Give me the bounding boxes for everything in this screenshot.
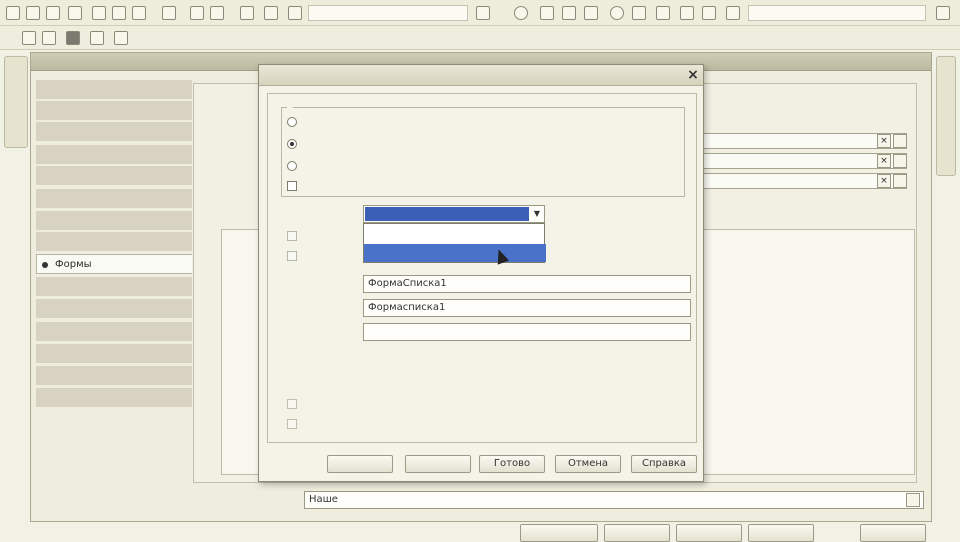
list-icon[interactable] <box>42 31 56 45</box>
synonym-field[interactable]: Формасписка1 <box>363 299 691 317</box>
tool-c-icon[interactable] <box>584 6 598 20</box>
nav-item[interactable] <box>36 101 192 121</box>
tool-d-icon[interactable] <box>610 6 624 20</box>
field-3-search-icon[interactable] <box>893 174 907 188</box>
dialog-close-button[interactable]: × <box>685 67 701 83</box>
bottom-field-select-button[interactable] <box>906 493 920 507</box>
close-button-main[interactable] <box>748 524 814 542</box>
folder-icon[interactable] <box>264 6 278 20</box>
field-1-search-icon[interactable] <box>893 134 907 148</box>
type-select[interactable]: ▼ <box>363 205 545 223</box>
nav-item[interactable] <box>36 145 192 165</box>
tool-h-icon[interactable] <box>702 6 716 20</box>
nav-item[interactable] <box>36 322 192 342</box>
delete-icon[interactable] <box>162 6 176 20</box>
form-wizard-dialog: × ▼ ФормаСписка1 Формасписка1 Готово Отм… <box>258 64 704 482</box>
form-type-group <box>281 107 685 197</box>
bottom-check-2[interactable] <box>287 419 297 429</box>
field-2-clear-button[interactable]: × <box>877 154 891 168</box>
save-icon[interactable] <box>46 6 60 20</box>
back-button[interactable] <box>327 455 393 473</box>
active-bullet-icon <box>42 262 48 268</box>
window-close-icon[interactable] <box>936 6 950 20</box>
next-button[interactable] <box>405 455 471 473</box>
finish-button[interactable]: Готово <box>479 455 545 473</box>
nav-item[interactable] <box>36 277 192 297</box>
undo-icon[interactable] <box>190 6 204 20</box>
arrow-icon[interactable] <box>240 6 254 20</box>
field-1-clear-button[interactable]: × <box>877 134 891 148</box>
nav-item[interactable] <box>36 189 192 209</box>
search-combo[interactable] <box>308 5 468 21</box>
nav-item[interactable] <box>36 211 192 231</box>
paste-icon[interactable] <box>132 6 146 20</box>
new-document-icon[interactable] <box>6 6 20 20</box>
form-type-group-legend <box>287 100 293 112</box>
field-2-search-icon[interactable] <box>893 154 907 168</box>
option-check-a[interactable] <box>287 231 297 241</box>
form-type-radio-3[interactable] <box>287 161 297 171</box>
type-dropdown-list <box>363 223 546 263</box>
function-icon[interactable] <box>66 31 80 45</box>
help-button-main[interactable] <box>860 524 926 542</box>
tool-e-icon[interactable] <box>632 6 646 20</box>
copy-icon[interactable] <box>112 6 126 20</box>
nav-item[interactable] <box>36 299 192 319</box>
nav-item[interactable] <box>36 366 192 386</box>
tool-g-icon[interactable] <box>680 6 694 20</box>
tool-a-icon[interactable] <box>540 6 554 20</box>
tool-b-icon[interactable] <box>562 6 576 20</box>
back-button-main[interactable] <box>604 524 670 542</box>
tool-i-icon[interactable] <box>726 6 740 20</box>
right-dock-tab[interactable] <box>936 56 956 176</box>
name-field[interactable]: ФормаСписка1 <box>363 275 691 293</box>
main-toolbar <box>0 0 960 26</box>
bottom-check-1[interactable] <box>287 399 297 409</box>
cancel-button[interactable]: Отмена <box>555 455 621 473</box>
find-next-icon[interactable] <box>476 6 490 20</box>
nav-item[interactable] <box>36 122 192 142</box>
form-type-radio-2[interactable] <box>287 139 297 149</box>
type-select-value <box>365 207 529 221</box>
chevron-down-icon[interactable]: ▼ <box>530 206 544 222</box>
nav-item[interactable] <box>36 388 192 408</box>
print-icon[interactable] <box>68 6 82 20</box>
find-icon[interactable] <box>288 6 302 20</box>
nav-item[interactable] <box>36 344 192 364</box>
close-icon: × <box>687 67 699 83</box>
redo-icon[interactable] <box>210 6 224 20</box>
help-button[interactable]: Справка <box>631 455 697 473</box>
module-icon[interactable] <box>22 31 36 45</box>
option-check-b[interactable] <box>287 251 297 261</box>
secondary-toolbar <box>0 26 960 50</box>
form-type-check-4[interactable] <box>287 181 297 191</box>
config-combo[interactable] <box>748 5 926 21</box>
run-icon[interactable] <box>114 31 128 45</box>
field-3-clear-button[interactable]: × <box>877 174 891 188</box>
nav-item[interactable] <box>36 166 192 186</box>
open-folder-icon[interactable] <box>26 6 40 20</box>
nav-item[interactable] <box>36 80 192 100</box>
nav-item[interactable] <box>36 232 192 252</box>
form-type-radio-1[interactable] <box>287 117 297 127</box>
tool-f-icon[interactable] <box>656 6 670 20</box>
comment-field[interactable] <box>363 323 691 341</box>
next-button-main[interactable] <box>676 524 742 542</box>
cut-icon[interactable] <box>92 6 106 20</box>
left-dock-tab[interactable] <box>4 56 28 148</box>
nav-item-forms[interactable]: Формы <box>36 254 192 274</box>
bottom-field[interactable]: Наше <box>304 491 924 509</box>
grid-icon[interactable] <box>90 31 104 45</box>
sync-icon[interactable] <box>514 6 528 20</box>
type-option-highlighted[interactable] <box>364 244 546 262</box>
actions-button[interactable] <box>520 524 598 542</box>
dialog-titlebar[interactable] <box>259 65 703 86</box>
